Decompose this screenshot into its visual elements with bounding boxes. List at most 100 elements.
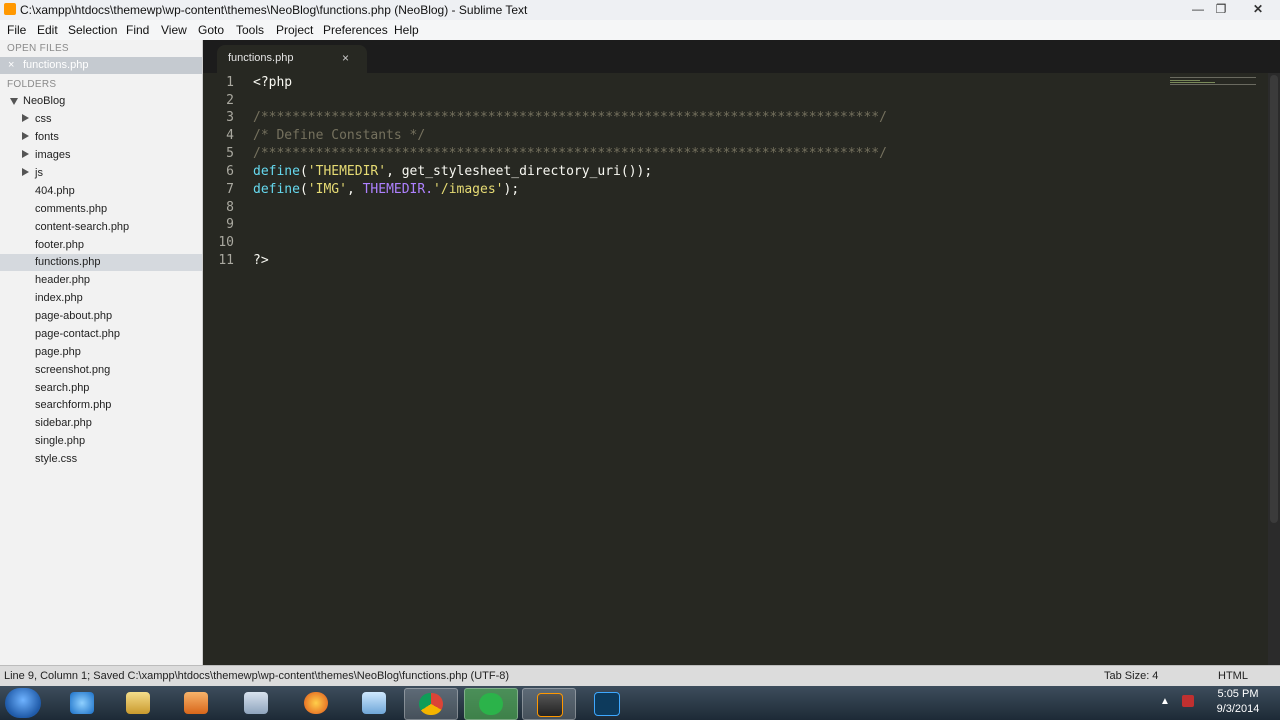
folders-header: FOLDERS bbox=[7, 79, 57, 90]
taskbar-sublime-button[interactable] bbox=[522, 688, 576, 720]
file-item[interactable]: style.css bbox=[0, 451, 202, 468]
chrome-icon bbox=[419, 693, 443, 715]
status-bar: Line 9, Column 1; Saved C:\xampp\htdocs\… bbox=[0, 665, 1280, 686]
code-line-3: /***************************************… bbox=[253, 110, 887, 125]
folder-neoblog[interactable]: NeoBlog bbox=[0, 93, 202, 110]
code-token-constant: THEMEDIR. bbox=[362, 182, 434, 197]
file-item[interactable]: comments.php bbox=[0, 201, 202, 218]
file-item[interactable]: content-search.php bbox=[0, 219, 202, 236]
file-item[interactable]: single.php bbox=[0, 433, 202, 450]
menu-goto[interactable]: Goto bbox=[198, 23, 224, 37]
menu-preferences[interactable]: Preferences bbox=[323, 23, 388, 37]
file-item[interactable]: searchform.php bbox=[0, 397, 202, 414]
folder-css[interactable]: css bbox=[0, 111, 202, 128]
code-token-string: 'IMG' bbox=[307, 182, 347, 197]
menu-selection[interactable]: Selection bbox=[68, 23, 117, 37]
line-number: 7 bbox=[226, 182, 234, 197]
taskbar-media-button[interactable] bbox=[170, 688, 222, 718]
taskbar-skype-button[interactable] bbox=[464, 688, 518, 720]
code-token-plain: , bbox=[346, 182, 363, 197]
tab-close-icon[interactable]: × bbox=[342, 51, 349, 65]
taskbar-ie-button[interactable] bbox=[56, 688, 108, 718]
taskbar-photoshop-button[interactable] bbox=[580, 688, 632, 718]
action-center-flag-icon[interactable] bbox=[1182, 695, 1194, 707]
start-button-icon[interactable] bbox=[5, 688, 41, 718]
minimap[interactable] bbox=[1170, 76, 1260, 88]
skype-icon bbox=[479, 693, 503, 715]
photoshop-icon bbox=[594, 692, 620, 716]
windows-taskbar: ▲ 5:05 PM 9/3/2014 bbox=[0, 686, 1280, 720]
menu-project[interactable]: Project bbox=[276, 23, 313, 37]
menu-file[interactable]: File bbox=[7, 23, 26, 37]
window-title: C:\xampp\htdocs\themewp\wp-content\theme… bbox=[20, 3, 528, 17]
open-file-item[interactable]: × functions.php bbox=[0, 57, 202, 74]
line-number: 11 bbox=[218, 253, 234, 268]
file-item[interactable]: page.php bbox=[0, 344, 202, 361]
tray-expand-icon[interactable]: ▲ bbox=[1160, 696, 1170, 707]
sublime-text-icon bbox=[537, 693, 563, 717]
menu-find[interactable]: Find bbox=[126, 23, 149, 37]
tab-size-indicator[interactable]: Tab Size: 4 bbox=[1104, 670, 1158, 682]
folder-fonts[interactable]: fonts bbox=[0, 129, 202, 146]
taskbar-notes-button[interactable] bbox=[348, 688, 400, 718]
folder-label: js bbox=[35, 167, 43, 179]
file-label: header.php bbox=[35, 274, 91, 286]
folder-images[interactable]: images bbox=[0, 147, 202, 164]
file-item[interactable]: search.php bbox=[0, 380, 202, 397]
file-item[interactable]: footer.php bbox=[0, 237, 202, 254]
menu-view[interactable]: View bbox=[161, 23, 187, 37]
tab-functions-php[interactable]: functions.php × bbox=[217, 45, 367, 73]
menu-edit[interactable]: Edit bbox=[37, 23, 58, 37]
file-label: page-about.php bbox=[35, 310, 113, 322]
file-label: searchform.php bbox=[35, 399, 112, 411]
code-token-string: '/images' bbox=[433, 182, 504, 197]
file-label: functions.php bbox=[35, 256, 101, 268]
file-label: sidebar.php bbox=[35, 417, 92, 429]
taskbar-chrome-button[interactable] bbox=[404, 688, 458, 720]
file-item[interactable]: screenshot.png bbox=[0, 362, 202, 379]
menu-help[interactable]: Help bbox=[394, 23, 419, 37]
code-line-11: ?> bbox=[253, 253, 269, 268]
file-label: index.php bbox=[35, 292, 83, 304]
file-label: content-search.php bbox=[35, 221, 130, 233]
taskbar-clock[interactable]: 5:05 PM 9/3/2014 bbox=[1208, 687, 1268, 717]
minimize-button[interactable]: — bbox=[1186, 0, 1210, 18]
file-item-selected[interactable]: functions.php bbox=[0, 254, 202, 271]
file-label: 404.php bbox=[35, 185, 75, 197]
file-item[interactable]: 404.php bbox=[0, 183, 202, 200]
title-bar: C:\xampp\htdocs\themewp\wp-content\theme… bbox=[0, 0, 1280, 21]
line-number: 6 bbox=[226, 164, 234, 179]
code-token-paren: ( bbox=[299, 164, 308, 179]
file-item[interactable]: sidebar.php bbox=[0, 415, 202, 432]
minimap-line bbox=[1170, 77, 1256, 78]
taskbar-explorer-button[interactable] bbox=[112, 688, 164, 718]
taskbar-calculator-button[interactable] bbox=[230, 688, 282, 718]
notepad-icon bbox=[362, 692, 386, 714]
menu-tools[interactable]: Tools bbox=[236, 23, 264, 37]
scrollbar-thumb[interactable] bbox=[1270, 75, 1278, 523]
file-item[interactable]: page-contact.php bbox=[0, 326, 202, 343]
line-number: 5 bbox=[226, 146, 234, 161]
folder-js[interactable]: js bbox=[0, 165, 202, 182]
code-editor[interactable]: 1 2 3 4 5 6 7 8 9 10 11 <?php /*********… bbox=[203, 73, 1268, 665]
status-message: Line 9, Column 1; Saved C:\xampp\htdocs\… bbox=[4, 670, 510, 682]
code-token-string: 'THEMEDIR' bbox=[307, 164, 387, 179]
maximize-button[interactable]: ❐ bbox=[1210, 0, 1232, 18]
line-number: 10 bbox=[218, 235, 234, 250]
file-item[interactable]: index.php bbox=[0, 290, 202, 307]
calculator-icon bbox=[244, 692, 268, 714]
chevron-right-icon bbox=[22, 132, 29, 140]
close-file-icon[interactable]: × bbox=[8, 59, 14, 71]
close-button[interactable]: ✕ bbox=[1238, 0, 1278, 18]
open-files-header: OPEN FILES bbox=[7, 43, 69, 54]
file-item[interactable]: header.php bbox=[0, 272, 202, 289]
code-token-plain: , get_stylesheet_directory_uri()); bbox=[386, 164, 653, 179]
file-item[interactable]: page-about.php bbox=[0, 308, 202, 325]
clock-time: 5:05 PM bbox=[1217, 688, 1259, 700]
vertical-scrollbar[interactable] bbox=[1268, 73, 1280, 665]
taskbar-firefox-button[interactable] bbox=[290, 688, 342, 718]
line-number: 1 bbox=[226, 75, 234, 90]
sublime-app-icon bbox=[4, 3, 16, 15]
file-label: page.php bbox=[35, 346, 81, 358]
syntax-indicator[interactable]: HTML bbox=[1218, 670, 1248, 682]
